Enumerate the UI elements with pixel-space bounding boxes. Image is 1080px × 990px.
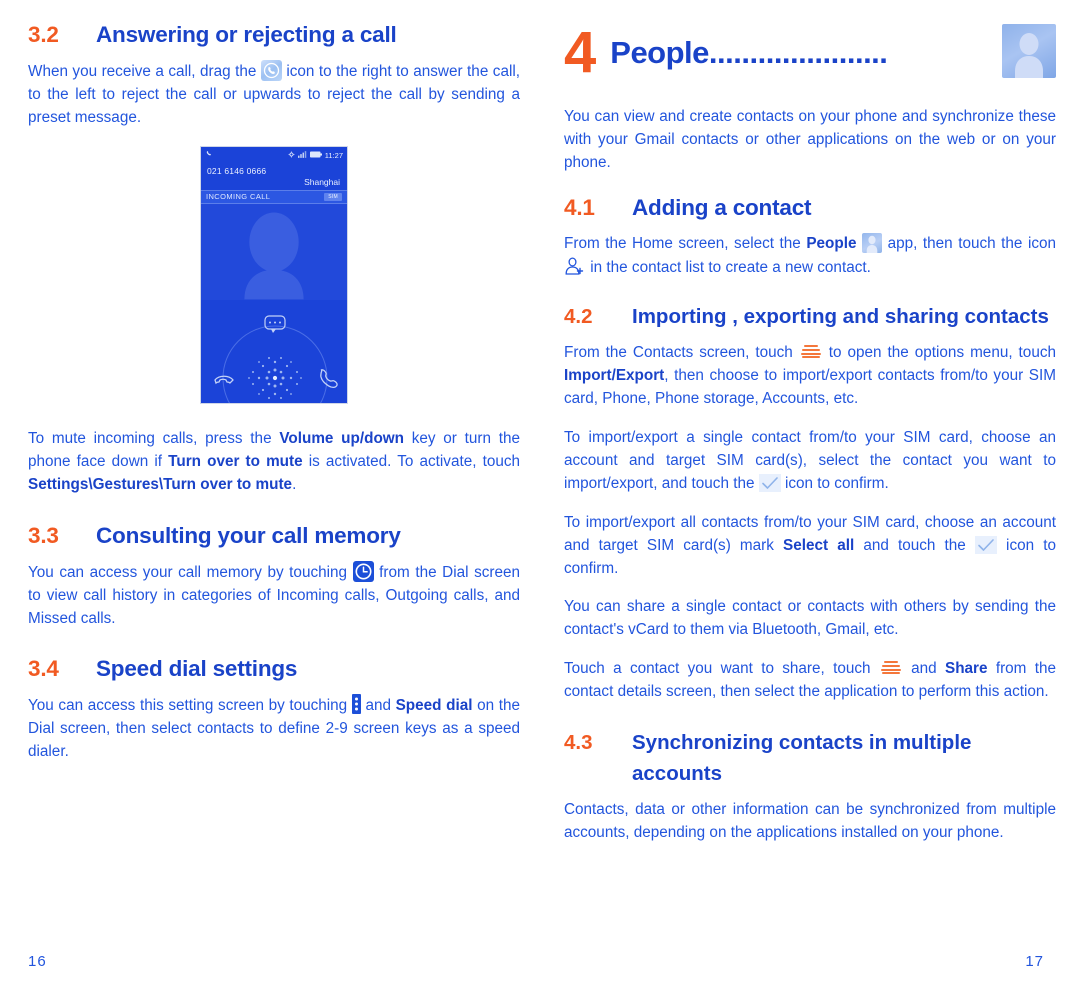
phone-handset-icon [205,150,213,160]
heading-4-1: 4.1 Adding a contact [564,195,1056,221]
clock-icon [352,560,374,582]
message-bubble-icon [264,315,286,333]
right-page-column: 4 People...................... You can v… [564,22,1056,861]
sim-badge: SIM [324,192,342,201]
chapter-number: 4 [564,20,596,85]
phone-call-state-bar: INCOMING CALL SIM [201,189,347,204]
phone-call-state-label: INCOMING CALL [206,192,271,202]
paragraph-import-all-contacts: To import/export all contacts from/to yo… [564,512,1056,581]
heading-number: 3.3 [28,522,59,548]
text-fragment: to open the options menu, touch [822,344,1056,362]
heading-4-3: 4.3 Synchronizing contacts in multiple a… [564,728,1056,789]
heading-title: Synchronizing contacts in multiple accou… [632,731,972,785]
paragraph-import-export-intro: From the Contacts screen, touch to open … [564,342,1056,411]
phone-status-icons: 11:27 [288,151,343,160]
text-fragment: When you receive a call, drag the [28,63,261,80]
bold-import-export: Import/Export [564,366,665,384]
heading-number: 4.1 [564,194,595,220]
people-app-icon [1002,23,1056,83]
paragraph-people-intro: You can view and create contacts on your… [564,108,1056,171]
heading-3-3: 3.3 Consulting your call memory [28,523,520,549]
paragraph-share-vcard: You can share a single contact or contac… [564,598,1056,639]
page-number-right: 17 [1025,953,1044,970]
text-fragment: and [902,660,945,678]
overflow-menu-icon [351,694,361,715]
heading-number: 3.2 [28,22,59,47]
chapter-leader-dots: ...................... [708,35,888,70]
text-fragment: You can access this setting screen by to… [28,697,352,715]
heading-title: Speed dial settings [96,656,298,682]
text-fragment: From the Home screen, select the [564,234,807,252]
confirm-check-icon [758,473,781,492]
sync-icon [288,151,295,160]
heading-number: 4.3 [564,731,593,755]
text-fragment: app, then touch the icon [882,234,1057,252]
left-page-column: 3.2 Answering or rejecting a call When y… [28,22,520,780]
heading-3-4: 3.4 Speed dial settings [28,656,520,682]
chapter-title-text: People [610,35,709,70]
text-fragment: Touch a contact you want to share, touch [564,660,879,678]
phone-caller-city: Shanghai [304,176,340,187]
people-icon [862,232,883,253]
bold-people: People [806,234,857,252]
heading-3-2: 3.2 Answering or rejecting a call [28,22,520,48]
options-menu-icon [799,343,823,359]
heading-4-2: 4.2 Importing , exporting and sharing co… [564,302,1056,332]
text-fragment: is activated. To activate, touch [302,452,521,470]
heading-number: 3.4 [28,656,59,682]
paragraph-mute-calls: To mute incoming calls, press the Volume… [28,428,520,497]
text-fragment: To mute incoming calls, press the [28,429,280,447]
heading-title: Consulting your call memory [96,522,401,548]
chapter-title: People...................... [610,35,996,71]
phone-mockup-incoming-call: 11:27 021 6146 0666 Shanghai INCOMING CA… [200,145,348,404]
paragraph-import-single-contact: To import/export a single contact from/t… [564,427,1056,496]
text-fragment: and touch the [854,536,975,554]
options-menu-icon [879,659,903,675]
chapter-banner-people: 4 People...................... [564,22,1056,84]
text-fragment: You can access your call memory by touch… [28,563,353,581]
bold-share: Share [945,660,988,678]
confirm-check-icon [974,535,997,554]
paragraph-sync-accounts: Contacts, data or other information can … [564,800,1056,841]
heading-title: Answering or rejecting a call [96,22,397,47]
heading-number: 4.2 [564,304,593,328]
hangup-icon [214,375,234,385]
text-fragment: . [292,475,297,493]
add-contact-icon [564,256,586,276]
phone-call-controls [201,299,347,403]
text-fragment: and [360,697,396,715]
text-fragment: in the contact list to create a new cont… [586,258,871,276]
text-fragment: icon to confirm. [780,474,889,492]
phone-clock-time: 11:27 [324,150,343,160]
answer-call-icon [320,368,338,388]
paragraph-speed-dial: You can access this setting screen by to… [28,694,520,764]
people-app-icon-box [1002,23,1056,78]
answer-call-icon [260,60,282,81]
manual-page-spread: 3.2 Answering or rejecting a call When y… [0,0,1080,990]
bold-speed-dial: Speed dial [395,697,473,715]
phone-caller-number: 021 6146 0666 [207,165,267,176]
text-fragment: From the Contacts screen, touch [564,344,799,362]
paragraph-answer-call: When you receive a call, drag the icon t… [28,60,520,130]
battery-icon [309,151,322,160]
bold-turn-over-to-mute: Turn over to mute [168,452,303,470]
phone-status-bar: 11:27 [201,146,347,164]
phone-mockup-wrapper: 11:27 021 6146 0666 Shanghai INCOMING CA… [28,145,520,404]
paragraph-adding-contact: From the Home screen, select the People … [564,232,1057,280]
paragraph-share-contact: Touch a contact you want to share, touch… [564,658,1056,704]
heading-title: Importing , exporting and sharing contac… [632,304,1049,328]
heading-title: Adding a contact [632,194,812,220]
paragraph-call-memory: You can access your call memory by touch… [28,560,520,631]
page-number-left: 16 [28,953,47,970]
bold-volume-key: Volume up/down [279,429,405,447]
bold-settings-path: Settings\Gestures\Turn over to mute [28,475,293,493]
bold-select-all: Select all [783,536,855,554]
phone-caller-avatar [201,203,347,300]
signal-bars-icon [297,150,307,160]
